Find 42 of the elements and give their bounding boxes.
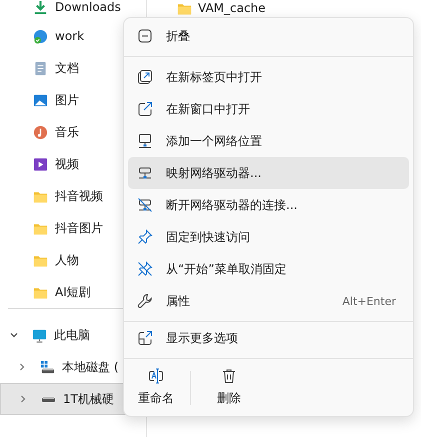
sidebar-item-label: AI短剧 bbox=[55, 284, 91, 300]
rename-icon bbox=[148, 368, 164, 384]
document-icon bbox=[33, 60, 48, 76]
sidebar-item-label: 视频 bbox=[55, 156, 79, 172]
sidebar-item-label: 音乐 bbox=[55, 124, 79, 140]
cloud-check-icon bbox=[33, 28, 48, 44]
network-drive-icon bbox=[137, 165, 153, 181]
minus-square-icon bbox=[137, 28, 153, 44]
sidebar-item[interactable]: Downloads bbox=[0, 0, 146, 20]
delete-button[interactable]: 删除 bbox=[209, 364, 249, 411]
picture-icon bbox=[33, 92, 48, 108]
sidebar-item-label: 人物 bbox=[55, 252, 79, 268]
sidebar-item-label: 文档 bbox=[55, 60, 79, 76]
sidebar-item-label: 抖音图片 bbox=[55, 220, 103, 236]
tree-item-label: 1T机械硬 bbox=[63, 390, 114, 408]
music-note-icon bbox=[33, 124, 48, 140]
tree-item-label: 本地磁盘 ( bbox=[62, 358, 118, 376]
chevron-right-icon[interactable] bbox=[18, 394, 28, 404]
new-tab-icon bbox=[137, 69, 153, 85]
drive-icon bbox=[41, 396, 56, 402]
sidebar-item-label: work bbox=[55, 29, 84, 43]
network-drive-crossed-icon bbox=[137, 197, 153, 213]
trash-icon bbox=[221, 368, 237, 384]
pin-crossed-icon bbox=[137, 261, 153, 277]
download-icon bbox=[33, 0, 48, 15]
expand-window-icon bbox=[137, 330, 153, 346]
shortcut-text: Alt+Enter bbox=[342, 294, 397, 308]
chevron-down-icon[interactable] bbox=[9, 330, 19, 340]
drive-icon bbox=[40, 360, 55, 374]
external-window-icon bbox=[137, 101, 153, 117]
sidebar-item-label: 图片 bbox=[55, 92, 79, 108]
monitor-network-icon bbox=[137, 133, 153, 149]
wrench-icon bbox=[137, 293, 153, 309]
chevron-right-icon[interactable] bbox=[17, 362, 27, 372]
tree-item-label: 此电脑 bbox=[54, 326, 90, 344]
menu-item[interactable]: 映射网络驱动器... bbox=[128, 157, 409, 189]
monitor-icon bbox=[32, 328, 47, 342]
sidebar-item-label: 抖音视频 bbox=[55, 188, 103, 204]
sidebar-item-label: Downloads bbox=[55, 0, 121, 14]
film-icon bbox=[33, 156, 48, 172]
file-item[interactable]: VAM_cache bbox=[177, 0, 421, 16]
pin-icon bbox=[137, 229, 153, 245]
